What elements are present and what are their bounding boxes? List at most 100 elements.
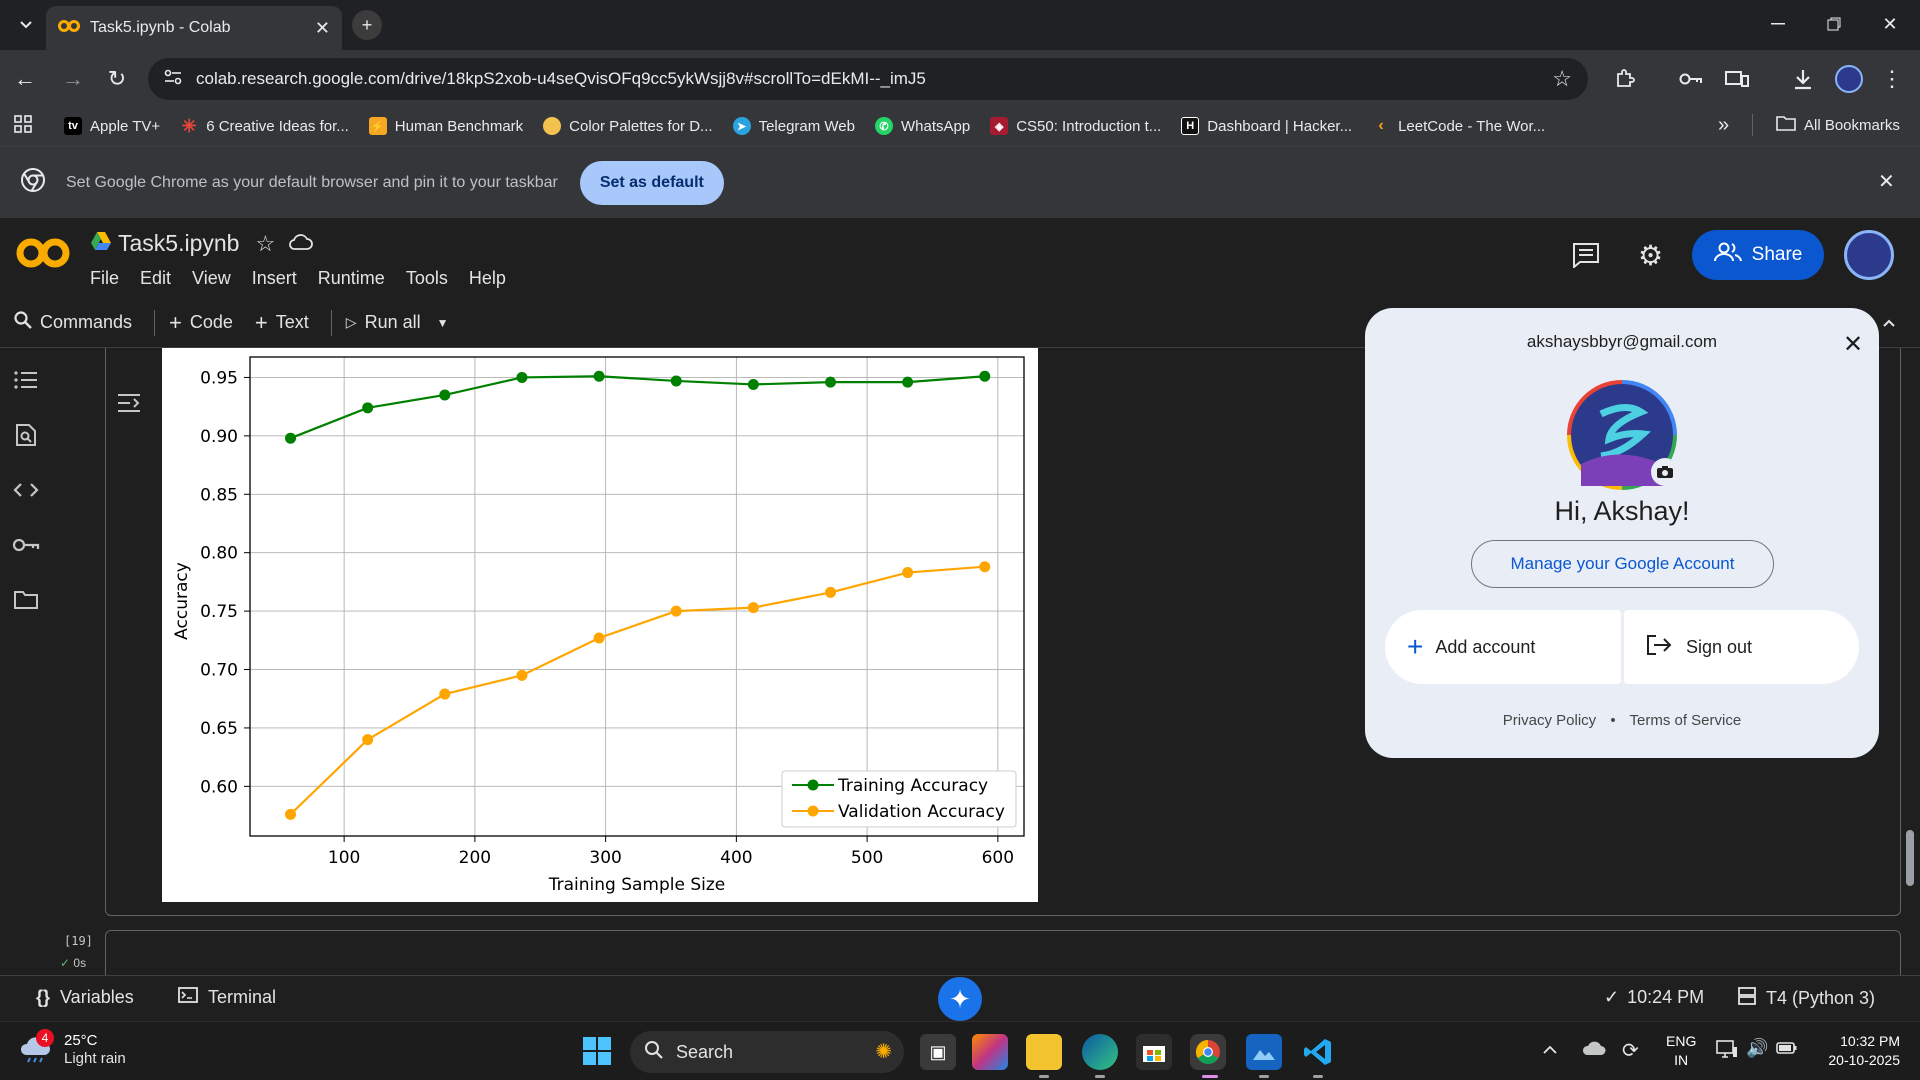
settings-gear-icon[interactable]: ⚙ — [1638, 242, 1663, 270]
gemini-sparkle-icon[interactable]: ✦ — [938, 977, 982, 1021]
system-clock[interactable]: 10:32 PM 20-10-2025 — [1818, 1032, 1900, 1070]
download-icon[interactable] — [1788, 64, 1818, 94]
onedrive-cloud-icon[interactable] — [1582, 1040, 1606, 1061]
forward-arrow-icon[interactable]: → — [60, 66, 86, 92]
next-code-cell[interactable] — [105, 930, 1901, 975]
last-run-status[interactable]: ✓ 10:24 PM — [1604, 987, 1704, 1008]
collapse-chevron-icon[interactable] — [1882, 312, 1896, 333]
code-snippets-icon[interactable] — [12, 476, 40, 504]
bookmark-telegram[interactable]: ➤ Telegram Web — [732, 117, 855, 135]
back-arrow-icon[interactable]: ← — [12, 66, 38, 92]
output-actions-icon[interactable] — [116, 392, 142, 419]
menu-view[interactable]: View — [192, 268, 231, 289]
close-infobar-icon[interactable]: ✕ — [1878, 169, 1895, 194]
add-code-button[interactable]: + Code — [169, 310, 233, 336]
task-view-icon[interactable]: ▣ — [920, 1034, 956, 1070]
close-window-icon[interactable]: ✕ — [1878, 12, 1902, 36]
volume-icon[interactable]: 🔊 — [1746, 1038, 1768, 1059]
region-code: IN — [1674, 1052, 1689, 1068]
terminal-button[interactable]: Terminal — [178, 987, 276, 1008]
chevron-down-icon[interactable]: ▼ — [437, 316, 449, 330]
vscode-icon[interactable] — [1300, 1034, 1336, 1070]
comments-icon[interactable] — [1572, 242, 1600, 273]
chrome-taskbar-icon[interactable] — [1190, 1034, 1226, 1070]
minimize-icon[interactable] — [1766, 12, 1790, 36]
input-language[interactable]: ENG IN — [1666, 1032, 1696, 1070]
password-key-icon[interactable] — [1676, 64, 1706, 94]
notebook-scrollbar[interactable] — [1906, 830, 1914, 886]
bookmark-color-palettes[interactable]: Color Palettes for D... — [543, 117, 713, 135]
tab-search-chevron-icon[interactable] — [14, 12, 38, 36]
sign-out-button[interactable]: Sign out — [1624, 610, 1859, 684]
chrome-menu-icon[interactable]: ⋮ — [1880, 64, 1904, 94]
cast-devices-icon[interactable] — [1722, 64, 1752, 94]
tray-overflow-chevron-icon[interactable] — [1542, 1042, 1558, 1060]
address-bar[interactable]: colab.research.google.com/drive/18kpS2xo… — [148, 58, 1588, 100]
battery-icon[interactable] — [1776, 1041, 1798, 1060]
all-bookmarks[interactable]: All Bookmarks — [1776, 115, 1900, 135]
bookmark-apple-tv[interactable]: tv Apple TV+ — [64, 117, 160, 135]
new-tab-icon[interactable]: + — [352, 10, 382, 40]
account-avatar[interactable] — [1844, 230, 1894, 280]
sync-icon[interactable]: ⟳ — [1622, 1038, 1639, 1063]
terminal-label: Terminal — [208, 987, 277, 1007]
execution-count: [19] — [64, 934, 93, 948]
photos-icon[interactable] — [1246, 1034, 1282, 1070]
training-accuracy-point — [516, 371, 528, 383]
copilot-icon[interactable] — [972, 1034, 1008, 1070]
weather-widget[interactable]: 4 25°C Light rain — [18, 1029, 126, 1068]
restore-icon[interactable] — [1822, 12, 1846, 36]
bookmark-whatsapp[interactable]: ✆ WhatsApp — [875, 117, 970, 135]
find-replace-icon[interactable] — [12, 421, 40, 449]
x-tick-label: 200 — [459, 848, 491, 868]
add-account-button[interactable]: + Add account — [1385, 610, 1621, 684]
bookmark-star-icon[interactable]: ☆ — [1552, 66, 1572, 92]
terms-of-service-link[interactable]: Terms of Service — [1630, 712, 1742, 729]
star-icon[interactable]: ☆ — [255, 231, 275, 257]
colab-logo-icon[interactable] — [16, 236, 70, 275]
menu-edit[interactable]: Edit — [140, 268, 171, 289]
privacy-policy-link[interactable]: Privacy Policy — [1503, 712, 1596, 729]
secrets-key-icon[interactable] — [12, 531, 40, 559]
notebook-name[interactable]: Task5.ipynb — [118, 230, 239, 257]
file-explorer-icon[interactable] — [1026, 1034, 1062, 1070]
bookmark-human-benchmark[interactable]: ⚡ Human Benchmark — [368, 117, 523, 135]
active-tab[interactable]: Task5.ipynb - Colab ✕ — [46, 6, 342, 50]
network-display-icon[interactable] — [1716, 1040, 1738, 1063]
files-folder-icon[interactable] — [12, 586, 40, 614]
reload-icon[interactable]: ↻ — [104, 66, 130, 92]
menu-tools[interactable]: Tools — [406, 268, 448, 289]
set-as-default-button[interactable]: Set as default — [579, 160, 724, 205]
table-of-contents-icon[interactable] — [12, 366, 40, 394]
variables-button[interactable]: {} Variables — [36, 987, 134, 1008]
bookmark-leetcode[interactable]: ‹ LeetCode - The Wor... — [1372, 117, 1545, 135]
more-bookmarks-chevron-icon[interactable]: » — [1718, 114, 1729, 137]
runtime-status[interactable]: T4 (Python 3) — [1738, 987, 1875, 1010]
site-info-icon[interactable] — [164, 69, 182, 90]
commands-label: Commands — [40, 312, 133, 332]
close-tab-icon[interactable]: ✕ — [315, 18, 330, 39]
microsoft-store-icon[interactable] — [1136, 1034, 1172, 1070]
extensions-icon[interactable] — [1610, 64, 1640, 94]
menu-file[interactable]: File — [90, 268, 119, 289]
windows-start-icon[interactable] — [582, 1036, 612, 1071]
bookmark-label: Apple TV+ — [90, 117, 161, 135]
change-photo-camera-icon[interactable] — [1651, 458, 1679, 486]
edge-icon[interactable] — [1082, 1034, 1118, 1070]
bookmark-hackerrank[interactable]: H Dashboard | Hacker... — [1181, 117, 1352, 135]
menu-runtime[interactable]: Runtime — [318, 268, 385, 289]
bookmark-cs50[interactable]: ◈ CS50: Introduction t... — [990, 117, 1161, 135]
run-all-button[interactable]: ▷ Run all ▼ — [346, 312, 449, 333]
large-avatar-ring[interactable] — [1567, 380, 1679, 490]
apps-grid-icon[interactable] — [14, 115, 32, 137]
manage-account-button[interactable]: Manage your Google Account — [1471, 540, 1774, 588]
menu-help[interactable]: Help — [469, 268, 506, 289]
share-button[interactable]: Share — [1692, 230, 1824, 280]
taskbar-search-box[interactable]: Search ✺ — [630, 1031, 904, 1073]
close-popup-icon[interactable]: ✕ — [1843, 330, 1863, 359]
add-text-button[interactable]: + Text — [255, 310, 309, 336]
commands-button[interactable]: Commands — [14, 311, 132, 334]
profile-avatar[interactable] — [1835, 65, 1863, 93]
menu-insert[interactable]: Insert — [252, 268, 297, 289]
bookmark-creative-ideas[interactable]: ✳ 6 Creative Ideas for... — [180, 116, 349, 136]
